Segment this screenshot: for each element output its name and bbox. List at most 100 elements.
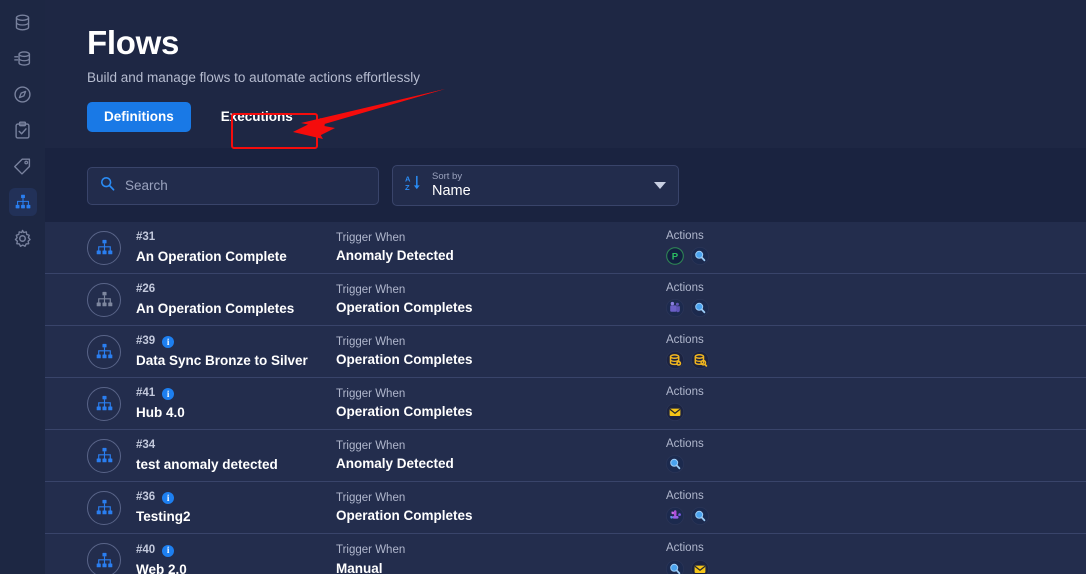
action-icon-group bbox=[666, 559, 786, 574]
info-icon[interactable]: i bbox=[162, 388, 175, 400]
table-row[interactable]: #41 i Hub 4.0 Trigger When Operation Complet… bbox=[45, 378, 1086, 430]
magnifier-icon[interactable] bbox=[666, 455, 684, 474]
trigger-cell: Trigger When Anomaly Detected bbox=[336, 440, 666, 472]
svg-text:P: P bbox=[672, 252, 679, 263]
actions-label: Actions bbox=[666, 437, 704, 450]
flow-icon bbox=[87, 543, 121, 574]
trigger-when-label: Trigger When bbox=[336, 335, 406, 348]
flow-id: #31 bbox=[136, 231, 156, 244]
slack-icon[interactable] bbox=[666, 507, 684, 526]
actions-cell: Actions bbox=[666, 282, 786, 318]
trigger-when-label: Trigger When bbox=[336, 231, 406, 244]
flow-title: Testing2 bbox=[136, 509, 191, 524]
magnifier-icon[interactable] bbox=[691, 299, 709, 318]
flows-page: Flows Build and manage flows to automate… bbox=[0, 0, 1086, 574]
actions-label: Actions bbox=[666, 489, 704, 502]
trigger-cell: Trigger When Operation Completes bbox=[336, 284, 666, 316]
sidebar-item-flows[interactable] bbox=[8, 188, 37, 216]
table-row[interactable]: #26 An Operation Completes Trigger When Ope… bbox=[45, 274, 1086, 326]
flow-id: #34 bbox=[136, 439, 156, 452]
sort-by-dropdown[interactable]: A Z Sort by Name bbox=[392, 165, 679, 206]
flow-icon bbox=[87, 386, 121, 421]
trigger-cell: Trigger When Anomaly Detected bbox=[336, 232, 666, 264]
trigger-when-label: Trigger When bbox=[336, 439, 406, 452]
actions-cell: Actions bbox=[666, 542, 786, 574]
info-icon[interactable]: i bbox=[162, 544, 175, 557]
tab-executions[interactable]: Executions bbox=[204, 102, 310, 133]
pagerduty-icon[interactable]: P bbox=[666, 247, 684, 266]
table-row[interactable]: #39 i Data Sync Bronze to Silver Trigger Wh… bbox=[45, 326, 1086, 378]
flow-title: An Operation Complete bbox=[136, 249, 287, 264]
table-row[interactable]: #40 i Web 2.0 Trigger When Manual Actions bbox=[45, 534, 1086, 574]
flows-list: #31 An Operation Complete Trigger When Anom… bbox=[45, 222, 1086, 574]
actions-cell: Actions bbox=[666, 490, 786, 526]
action-icon-group: P bbox=[666, 247, 786, 266]
sidebar-item-database[interactable] bbox=[9, 8, 37, 36]
info-icon[interactable]: i bbox=[162, 336, 175, 348]
tab-definitions[interactable]: Definitions bbox=[87, 101, 191, 133]
actions-label: Actions bbox=[666, 385, 704, 398]
database-stack-icon bbox=[13, 49, 32, 68]
sidebar-item-datasets[interactable] bbox=[9, 44, 37, 72]
flow-name-cell: #31 An Operation Complete bbox=[136, 231, 336, 264]
database-search-icon[interactable] bbox=[691, 351, 709, 370]
flow-title: test anomaly detected bbox=[136, 457, 278, 472]
actions-cell: Actions bbox=[666, 334, 786, 370]
action-icon-group bbox=[666, 507, 786, 526]
flow-id: #41 bbox=[136, 387, 156, 400]
actions-cell: Actions bbox=[666, 438, 786, 474]
actions-cell: Actions bbox=[666, 386, 786, 422]
table-row[interactable]: #36 i Testing2 Trigger When Operation Comple… bbox=[45, 482, 1086, 534]
trigger-cell: Trigger When Manual bbox=[336, 544, 666, 574]
trigger-when-label: Trigger When bbox=[336, 544, 406, 557]
page-header: Flows Build and manage flows to automate… bbox=[45, 0, 1086, 133]
flow-title: Data Sync Bronze to Silver bbox=[136, 353, 308, 368]
sidebar-item-settings[interactable] bbox=[9, 224, 37, 252]
flow-title: Hub 4.0 bbox=[136, 405, 185, 420]
tab-bar: Definitions Executions bbox=[87, 101, 1086, 133]
flow-name-cell: #26 An Operation Completes bbox=[136, 283, 336, 316]
flow-icon bbox=[87, 230, 121, 265]
sidebar-item-tasks[interactable] bbox=[9, 116, 37, 144]
database-gear-icon[interactable] bbox=[666, 351, 684, 370]
table-row[interactable]: #31 An Operation Complete Trigger When Anom… bbox=[45, 222, 1086, 274]
actions-cell: Actions P bbox=[666, 230, 786, 266]
tag-icon bbox=[13, 157, 32, 176]
chevron-down-icon[interactable] bbox=[654, 182, 666, 189]
flow-id: #39 bbox=[136, 335, 156, 348]
teams-icon[interactable] bbox=[666, 299, 684, 318]
info-icon[interactable]: i bbox=[162, 492, 175, 504]
action-icon-group bbox=[666, 455, 786, 474]
actions-label: Actions bbox=[666, 281, 704, 294]
page-title: Flows bbox=[87, 24, 180, 61]
sidebar-item-explore[interactable] bbox=[9, 80, 37, 108]
sort-by-value: Name bbox=[432, 183, 471, 200]
magnifier-icon[interactable] bbox=[666, 559, 684, 574]
page-subtitle: Build and manage flows to automate actio… bbox=[87, 69, 420, 85]
search-placeholder: Search bbox=[125, 178, 168, 193]
magnifier-icon[interactable] bbox=[691, 507, 709, 526]
flow-id: #26 bbox=[136, 283, 156, 296]
flow-icon bbox=[87, 334, 121, 369]
flow-id: #36 bbox=[136, 491, 156, 504]
left-nav-sidebar bbox=[0, 0, 45, 574]
trigger-when-value: Operation Completes bbox=[336, 300, 473, 316]
list-toolbar: Search A Z Sort by Name bbox=[45, 148, 1086, 222]
trigger-cell: Trigger When Operation Completes bbox=[336, 336, 666, 368]
table-row[interactable]: #34 test anomaly detected Trigger When Anom… bbox=[45, 430, 1086, 482]
svg-text:Z: Z bbox=[405, 183, 410, 192]
search-input[interactable]: Search bbox=[87, 166, 379, 205]
database-icon bbox=[13, 13, 32, 32]
sidebar-item-tags[interactable] bbox=[9, 152, 37, 180]
sort-az-icon: A Z bbox=[405, 174, 422, 197]
mail-icon[interactable] bbox=[666, 403, 684, 422]
magnifier-icon[interactable] bbox=[691, 247, 709, 266]
compass-icon bbox=[13, 85, 32, 104]
action-icon-group bbox=[666, 299, 786, 318]
flow-title: Web 2.0 bbox=[136, 561, 187, 574]
main-content: Flows Build and manage flows to automate… bbox=[45, 0, 1086, 574]
mail-icon[interactable] bbox=[691, 559, 709, 574]
trigger-cell: Trigger When Operation Completes bbox=[336, 388, 666, 420]
action-icon-group bbox=[666, 403, 786, 422]
flow-icon bbox=[87, 490, 121, 525]
